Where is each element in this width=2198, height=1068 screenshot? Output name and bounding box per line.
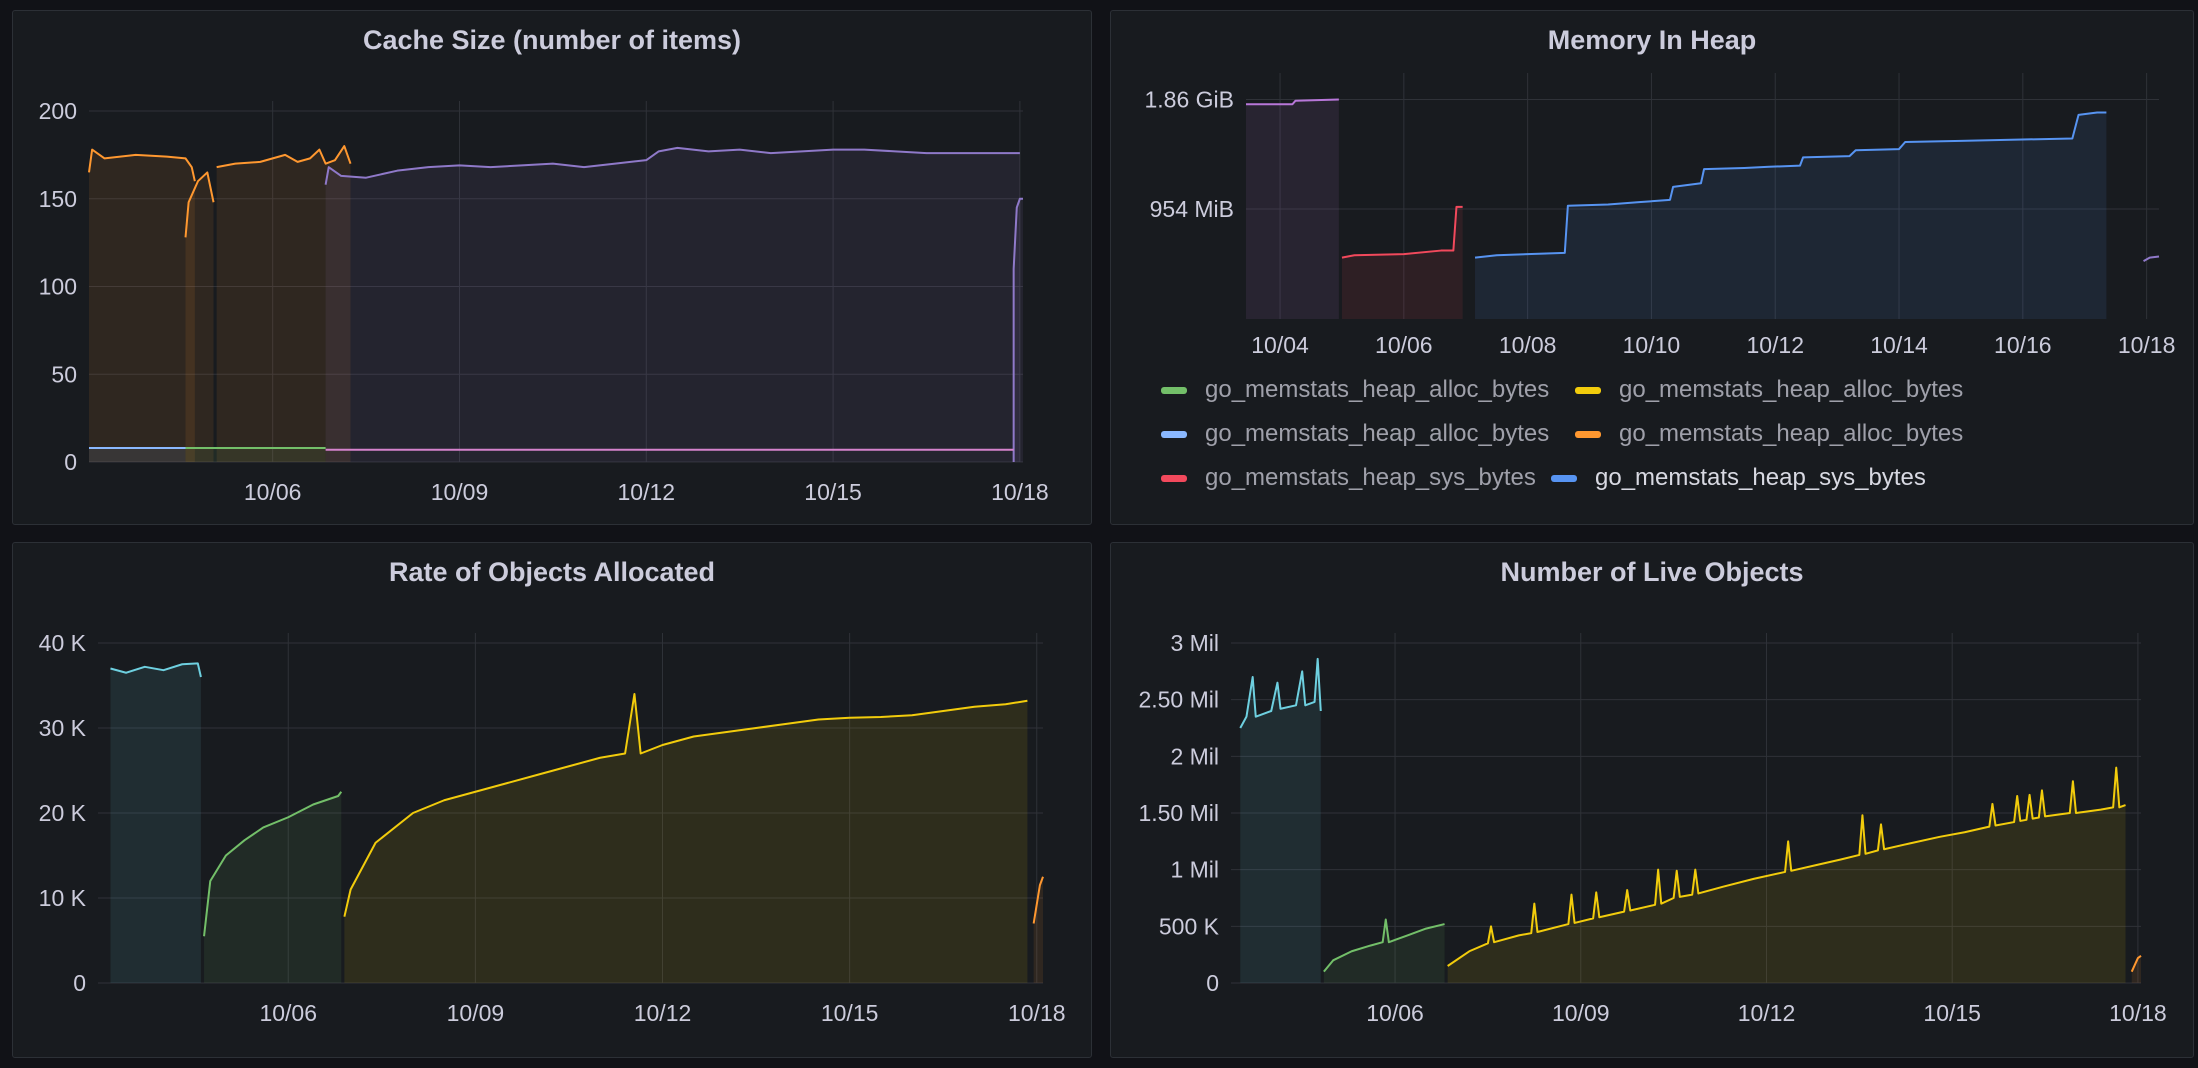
legend-swatch [1161,430,1187,438]
x-tick-label: 10/12 [1746,332,1804,358]
series-area [1475,112,2107,319]
y-tick-label: 50 [51,361,77,387]
series-area [325,147,1020,463]
y-tick-label: 3 Mil [1170,630,1219,656]
live-objects-chart: 0 500 K 1 Mil 1.50 Mil 2 Mil 2.50 Mil 3 Mil 10/… [1138,630,2167,1026]
x-tick-label: 10/18 [2118,332,2176,358]
panel-cache-size[interactable]: Cache Size (number of items) 0 50 100 150 20… [12,10,1092,525]
legend-swatch [1161,474,1187,482]
legend-item[interactable]: go_memstats_heap_alloc_bytes [1575,376,1963,404]
panel-live-objects[interactable]: Number of Live Objects 0 500 K1 Mil 1.50 M… [1110,542,2194,1058]
legend-item[interactable]: go_memstats_heap_alloc_bytes [1161,420,1549,448]
series-area [110,663,201,983]
y-tick-label: 200 [39,98,77,124]
legend-swatch [1575,386,1601,394]
y-tick-label: 20 K [39,800,87,826]
rate-objects-chart: 0 10 K 20 K 30 K 40 K 10/06 10/09 10/12 10/15 10/… [39,630,1066,1026]
y-tick-label: 954 MiB [1150,196,1234,222]
x-tick-label: 10/15 [821,1000,879,1026]
series-line[interactable] [1341,205,1463,259]
series-area [344,694,1028,983]
y-tick-label: 1.86 GiB [1145,87,1235,113]
x-tick-label: 10/15 [804,479,862,505]
series-area [89,447,186,462]
x-tick-label: 10/12 [1738,1000,1796,1026]
legend-swatch [1575,430,1601,438]
legend-item[interactable]: go_memstats_heap_alloc_bytes [1161,376,1549,404]
x-tick-label: 10/16 [1994,332,2052,358]
y-tick-label: 0 [73,970,86,996]
series-area [185,172,214,463]
memory-legend: go_memstats_heap_alloc_bytes go_memstats… [1161,376,2181,506]
x-tick-label: 10/04 [1251,332,1309,358]
legend-item[interactable]: go_memstats_heap_alloc_bytes [1575,420,1963,448]
x-tick-label: 10/12 [634,1000,692,1026]
x-tick-label: 10/12 [618,479,676,505]
panel-rate-objects-allocated[interactable]: Rate of Objects Allocated 0 10 K 20 K 30 K4… [12,542,1092,1058]
legend-item[interactable]: go_memstats_heap_sys_bytes [1551,464,1926,492]
series-line[interactable] [2143,255,2160,263]
cache-size-chart: 0 50 100 150 200 10/06 10/09 10/12 10/15 10/18 [39,98,1049,505]
x-tick-label: 10/08 [1499,332,1557,358]
y-tick-label: 2.50 Mil [1138,687,1219,713]
x-tick-label: 10/06 [244,479,302,505]
y-tick-label: 40 K [39,630,87,656]
legend-swatch [1161,386,1187,394]
x-tick-label: 10/18 [991,479,1049,505]
legend-swatch [1551,474,1577,482]
y-tick-label: 10 K [39,885,87,911]
series-area [1447,767,2126,983]
series-area [185,447,326,462]
x-tick-label: 10/15 [1923,1000,1981,1026]
y-tick-label: 1 Mil [1170,857,1219,883]
x-tick-label: 10/06 [259,1000,317,1026]
x-tick-label: 10/18 [2109,1000,2167,1026]
x-tick-label: 10/09 [447,1000,505,1026]
x-tick-label: 10/10 [1623,332,1681,358]
x-tick-label: 10/18 [1008,1000,1066,1026]
series-area [204,791,342,983]
y-tick-label: 1.50 Mil [1138,800,1219,826]
series-area [89,149,195,463]
x-tick-label: 10/06 [1366,1000,1424,1026]
legend-item[interactable]: go_memstats_heap_sys_bytes [1161,464,1536,492]
y-tick-label: 30 K [39,715,87,741]
panel-memory-in-heap[interactable]: Memory In Heap 954 MiB 1.86 GiB 10/04 10/06… [1110,10,2194,525]
y-tick-label: 0 [64,449,77,475]
x-tick-label: 10/14 [1870,332,1928,358]
y-tick-label: 150 [39,186,77,212]
memory-in-heap-chart: 954 MiB 1.86 GiB 10/04 10/06 10/08 10/10 10/12… [1145,73,2176,358]
y-tick-label: 2 Mil [1170,743,1219,769]
y-tick-label: 0 [1206,970,1219,996]
x-tick-label: 10/06 [1375,332,1433,358]
x-tick-label: 10/09 [1552,1000,1610,1026]
series-area [1341,206,1463,319]
y-tick-label: 100 [39,274,77,300]
x-tick-label: 10/09 [431,479,489,505]
y-tick-label: 500 K [1159,913,1220,939]
series-area [1246,99,1339,320]
